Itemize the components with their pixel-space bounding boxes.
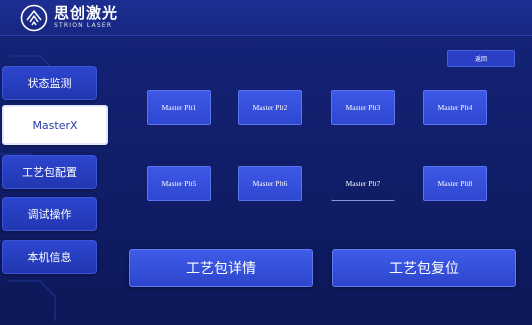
sidebar-item-masterx[interactable]: MasterX <box>2 105 108 145</box>
master-plt8-button[interactable]: Master Plt8 <box>423 166 487 201</box>
brand-name-cn: 思创激光 <box>54 4 119 22</box>
back-button[interactable]: 返回 <box>447 50 515 67</box>
master-plt3-button[interactable]: Master Plt3 <box>331 90 395 125</box>
sidebar-item-debug[interactable]: 调试操作 <box>2 197 97 231</box>
brand-name-en: STRION LASER <box>54 22 113 29</box>
master-plt1-button[interactable]: Master Plt1 <box>147 90 211 125</box>
master-plt7-button[interactable]: Master Plt7 <box>331 166 395 201</box>
sidebar-item-status-monitor[interactable]: 状态监测 <box>2 66 97 100</box>
sidebar-item-process-config[interactable]: 工艺包配置 <box>2 155 97 189</box>
master-plt6-button[interactable]: Master Plt6 <box>238 166 302 201</box>
top-header: 思创激光 STRION LASER <box>0 0 532 36</box>
master-plt5-button[interactable]: Master Plt5 <box>147 166 211 201</box>
process-package-details-button[interactable]: 工艺包详情 <box>129 249 313 287</box>
sidebar-item-device-info[interactable]: 本机信息 <box>2 240 97 274</box>
brand: 思创激光 STRION LASER <box>54 5 118 30</box>
master-plt2-button[interactable]: Master Plt2 <box>238 90 302 125</box>
strion-logo-icon <box>20 4 48 32</box>
process-package-reset-button[interactable]: 工艺包复位 <box>332 249 516 287</box>
master-plt4-button[interactable]: Master Plt4 <box>423 90 487 125</box>
